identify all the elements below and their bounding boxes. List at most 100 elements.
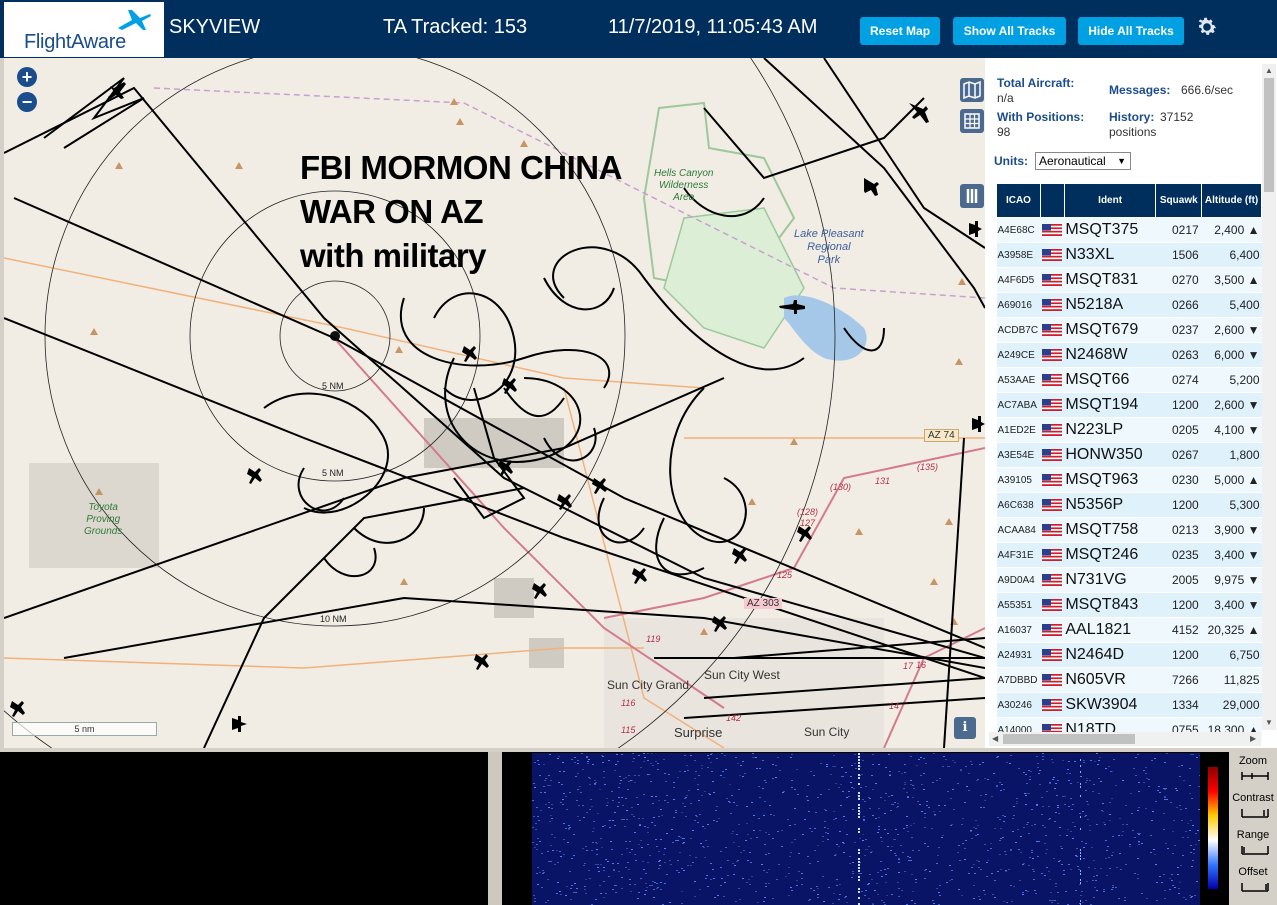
page-title: SKYVIEW bbox=[169, 16, 261, 38]
us-flag-icon bbox=[1042, 523, 1063, 536]
icao-cell: A3958E bbox=[996, 242, 1041, 268]
flag-cell bbox=[1040, 467, 1065, 493]
table-row[interactable]: AC7ABA MSQT194 1200 2,600 ▼ bbox=[996, 392, 1262, 418]
table-row[interactable]: A39105 MSQT963 0230 5,000 ▲ bbox=[996, 467, 1262, 493]
table-row[interactable]: A249CE N2468W 0263 6,000 ▼ bbox=[996, 342, 1262, 368]
flightaware-logo[interactable]: FlightAware bbox=[4, 2, 164, 57]
squawk-cell: 2005 bbox=[1155, 567, 1202, 593]
flag-cell bbox=[1040, 542, 1065, 568]
table-row[interactable]: A16037 AAL1821 4152 20,325 ▲ bbox=[996, 617, 1262, 643]
col-altitude[interactable]: Altitude (ft) bbox=[1201, 183, 1262, 218]
scrollbar-thumb[interactable] bbox=[1003, 734, 1135, 744]
table-row[interactable]: A1ED2E N223LP 0205 4,100 ▼ bbox=[996, 417, 1262, 443]
zoom-slider[interactable] bbox=[1240, 770, 1270, 782]
range-control-label: Range bbox=[1236, 829, 1270, 841]
info-icon[interactable]: i bbox=[954, 717, 976, 739]
waterfall-display[interactable] bbox=[532, 753, 1200, 905]
us-flag-icon bbox=[1042, 423, 1063, 436]
table-row[interactable]: A3E54E HONW350 0267 1,800 bbox=[996, 442, 1262, 468]
messages-label: Messages: bbox=[1109, 83, 1171, 97]
icao-cell: A39105 bbox=[996, 467, 1041, 493]
panel-divider[interactable] bbox=[488, 752, 502, 905]
table-row[interactable]: A4E68C MSQT375 0217 2,400 ▲ bbox=[996, 217, 1262, 243]
table-row[interactable]: A3958E N33XL 1506 6,400 bbox=[996, 242, 1262, 268]
offset-slider[interactable] bbox=[1240, 881, 1270, 893]
icao-cell: A69016 bbox=[996, 292, 1041, 318]
table-row[interactable]: ACDB7C MSQT679 0237 2,600 ▼ bbox=[996, 317, 1262, 343]
map-view[interactable]: Hells Canyon Wilderness Area Lake Pleasant… bbox=[4, 58, 985, 748]
ident-cell: MSQT66 bbox=[1064, 367, 1156, 393]
hide-all-tracks-button[interactable]: Hide All Tracks bbox=[1078, 17, 1184, 45]
squawk-cell: 0235 bbox=[1155, 542, 1202, 568]
map-layers-icon[interactable] bbox=[960, 78, 984, 102]
table-row[interactable]: A55351 MSQT843 1200 3,400 ▼ bbox=[996, 592, 1262, 618]
waterfall-noise bbox=[532, 753, 1200, 905]
us-flag-icon bbox=[1042, 573, 1063, 586]
ident-cell: N2468W bbox=[1064, 342, 1156, 368]
columns-icon[interactable] bbox=[960, 184, 984, 208]
squawk-cell: 0213 bbox=[1155, 517, 1202, 543]
ident-cell: MSQT963 bbox=[1064, 467, 1156, 493]
horizontal-scrollbar[interactable]: ◀ ▶ bbox=[989, 732, 1261, 746]
squawk-cell: 0266 bbox=[1155, 292, 1202, 318]
vertical-scrollbar[interactable]: ▲ ▼ bbox=[1262, 64, 1276, 730]
contrast-slider[interactable] bbox=[1240, 807, 1270, 819]
table-row[interactable]: A24931 N2464D 1200 6,750 bbox=[996, 642, 1262, 668]
squawk-cell: 0267 bbox=[1155, 442, 1202, 468]
scrollbar-thumb[interactable] bbox=[1264, 78, 1274, 192]
icao-cell: A6C638 bbox=[996, 492, 1041, 518]
us-flag-icon bbox=[1042, 673, 1063, 686]
reset-map-button[interactable]: Reset Map bbox=[860, 17, 940, 45]
us-flag-icon bbox=[1042, 623, 1063, 636]
altitude-cell: 6,000 ▼ bbox=[1201, 342, 1262, 368]
table-row[interactable]: A4F31E MSQT246 0235 3,400 ▼ bbox=[996, 542, 1262, 568]
flag-cell bbox=[1040, 367, 1065, 393]
flag-cell bbox=[1040, 642, 1065, 668]
col-squawk[interactable]: Squawk bbox=[1155, 183, 1203, 218]
zoom-in-button[interactable]: + bbox=[17, 67, 37, 87]
table-row[interactable]: A7DBBD N605VR 7266 11,825 bbox=[996, 667, 1262, 693]
aircraft-table: ICAO Ident Squawk Altitude (ft) A4E68C MS… bbox=[996, 183, 1262, 743]
table-row[interactable]: A4F6D5 MSQT831 0270 3,500 ▲ bbox=[996, 267, 1262, 293]
ident-cell: N5356P bbox=[1064, 492, 1156, 518]
col-ident[interactable]: Ident bbox=[1063, 183, 1157, 218]
table-row[interactable]: A53AAE MSQT66 0274 5,200 bbox=[996, 367, 1262, 393]
icao-cell: AC7ABA bbox=[996, 392, 1041, 418]
altitude-cell: 29,000 bbox=[1201, 692, 1262, 718]
ident-cell: AAL1821 bbox=[1064, 617, 1156, 643]
squawk-cell: 0205 bbox=[1155, 417, 1202, 443]
flag-cell bbox=[1040, 667, 1065, 693]
table-row[interactable]: A9D0A4 N731VG 2005 9,975 ▼ bbox=[996, 567, 1262, 593]
surprise-label: Surprise bbox=[674, 725, 723, 740]
us-flag-icon bbox=[1042, 373, 1063, 386]
table-row[interactable]: A69016 N5218A 0266 5,400 bbox=[996, 292, 1262, 318]
zoom-out-button[interactable]: − bbox=[17, 92, 37, 112]
offset-control-label: Offset bbox=[1238, 866, 1268, 878]
range-slider[interactable] bbox=[1240, 844, 1270, 856]
total-aircraft-label: Total Aircraft: bbox=[997, 76, 1075, 90]
table-row[interactable]: ACAA84 MSQT758 0213 3,900 ▼ bbox=[996, 517, 1262, 543]
messages-value: 666.6/sec bbox=[1181, 83, 1234, 97]
altitude-cell: 6,400 bbox=[1201, 242, 1262, 268]
icao-cell: A4F6D5 bbox=[996, 267, 1041, 293]
table-row[interactable]: A6C638 N5356P 1200 5,300 bbox=[996, 492, 1262, 518]
icao-cell: A3E54E bbox=[996, 442, 1041, 468]
units-select[interactable]: Aeronautical ▼ bbox=[1035, 152, 1131, 170]
col-icao[interactable]: ICAO bbox=[996, 183, 1041, 218]
total-aircraft-value: n/a bbox=[997, 91, 1014, 105]
flag-cell bbox=[1040, 217, 1065, 243]
us-flag-icon bbox=[1042, 298, 1063, 311]
altitude-cell: 1,800 bbox=[1201, 442, 1262, 468]
show-all-tracks-button[interactable]: Show All Tracks bbox=[953, 17, 1066, 45]
table-row[interactable]: A30246 SKW3904 1334 29,000 bbox=[996, 692, 1262, 718]
grid-icon[interactable] bbox=[960, 109, 984, 133]
gear-icon[interactable] bbox=[1195, 15, 1219, 39]
flag-cell bbox=[1040, 442, 1065, 468]
flag-cell bbox=[1040, 417, 1065, 443]
ident-cell: MSQT831 bbox=[1064, 267, 1156, 293]
col-flag[interactable] bbox=[1039, 183, 1065, 218]
us-flag-icon bbox=[1042, 473, 1063, 486]
flag-cell bbox=[1040, 242, 1065, 268]
sun-city-label: Sun City bbox=[804, 725, 850, 739]
with-positions-value: 98 bbox=[997, 125, 1011, 139]
